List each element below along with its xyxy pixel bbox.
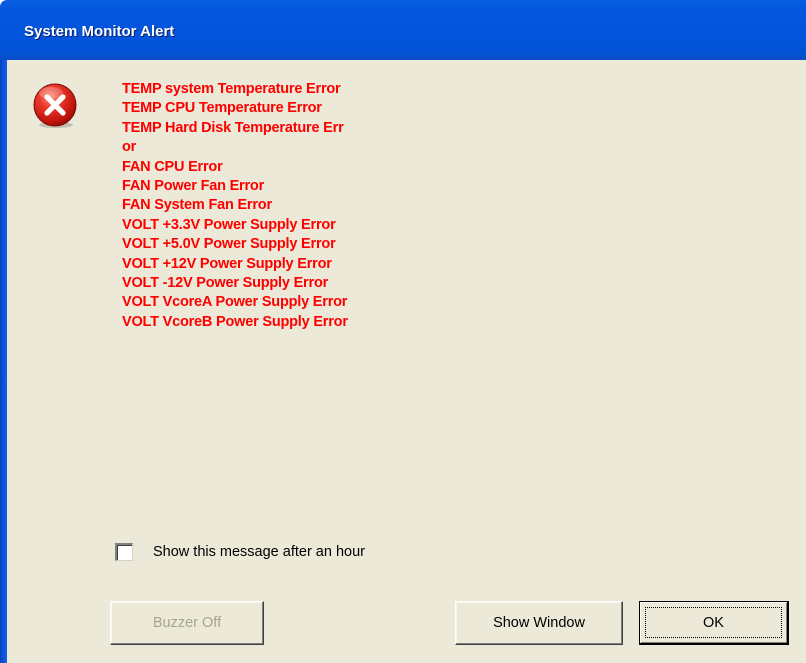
buzzer-off-button[interactable]: Buzzer Off	[110, 601, 264, 645]
error-message: VOLT -12V Power Supply Error	[122, 274, 329, 291]
error-icon	[33, 83, 77, 128]
error-message: FAN CPU Error	[122, 158, 223, 175]
show-later-option: Show this message after an hour	[115, 540, 365, 564]
error-message: FAN System Fan Error	[122, 197, 272, 214]
alert-window: System Monitor Alert TEMP system Tempera…	[0, 0, 806, 663]
show-later-checkbox[interactable]	[115, 543, 133, 561]
error-message-list: TEMP system Temperature Error TEMP CPU T…	[122, 80, 348, 332]
error-message: VOLT +12V Power Supply Error	[122, 255, 332, 272]
dialog-body: TEMP system Temperature Error TEMP CPU T…	[7, 60, 806, 663]
error-message: VOLT +5.0V Power Supply Error	[122, 236, 336, 253]
error-message: FAN Power Fan Error	[122, 177, 265, 194]
ok-button-label: OK	[703, 614, 724, 631]
error-message: VOLT VcoreB Power Supply Error	[122, 313, 348, 330]
ok-button[interactable]: OK	[639, 601, 789, 645]
error-message: VOLT +3.3V Power Supply Error	[122, 216, 336, 233]
window-title: System Monitor Alert	[24, 23, 175, 40]
title-bar[interactable]: System Monitor Alert	[0, 0, 806, 60]
show-later-label[interactable]: Show this message after an hour	[153, 544, 365, 560]
error-message: TEMP system Temperature Error	[122, 81, 341, 97]
error-message: or	[122, 139, 137, 156]
error-message: TEMP CPU Temperature Error	[122, 100, 322, 117]
error-message: VOLT VcoreA Power Supply Error	[122, 294, 348, 311]
error-message: TEMP Hard Disk Temperature Err	[122, 119, 344, 136]
window-frame-left	[0, 60, 7, 663]
show-window-button[interactable]: Show Window	[455, 601, 623, 645]
